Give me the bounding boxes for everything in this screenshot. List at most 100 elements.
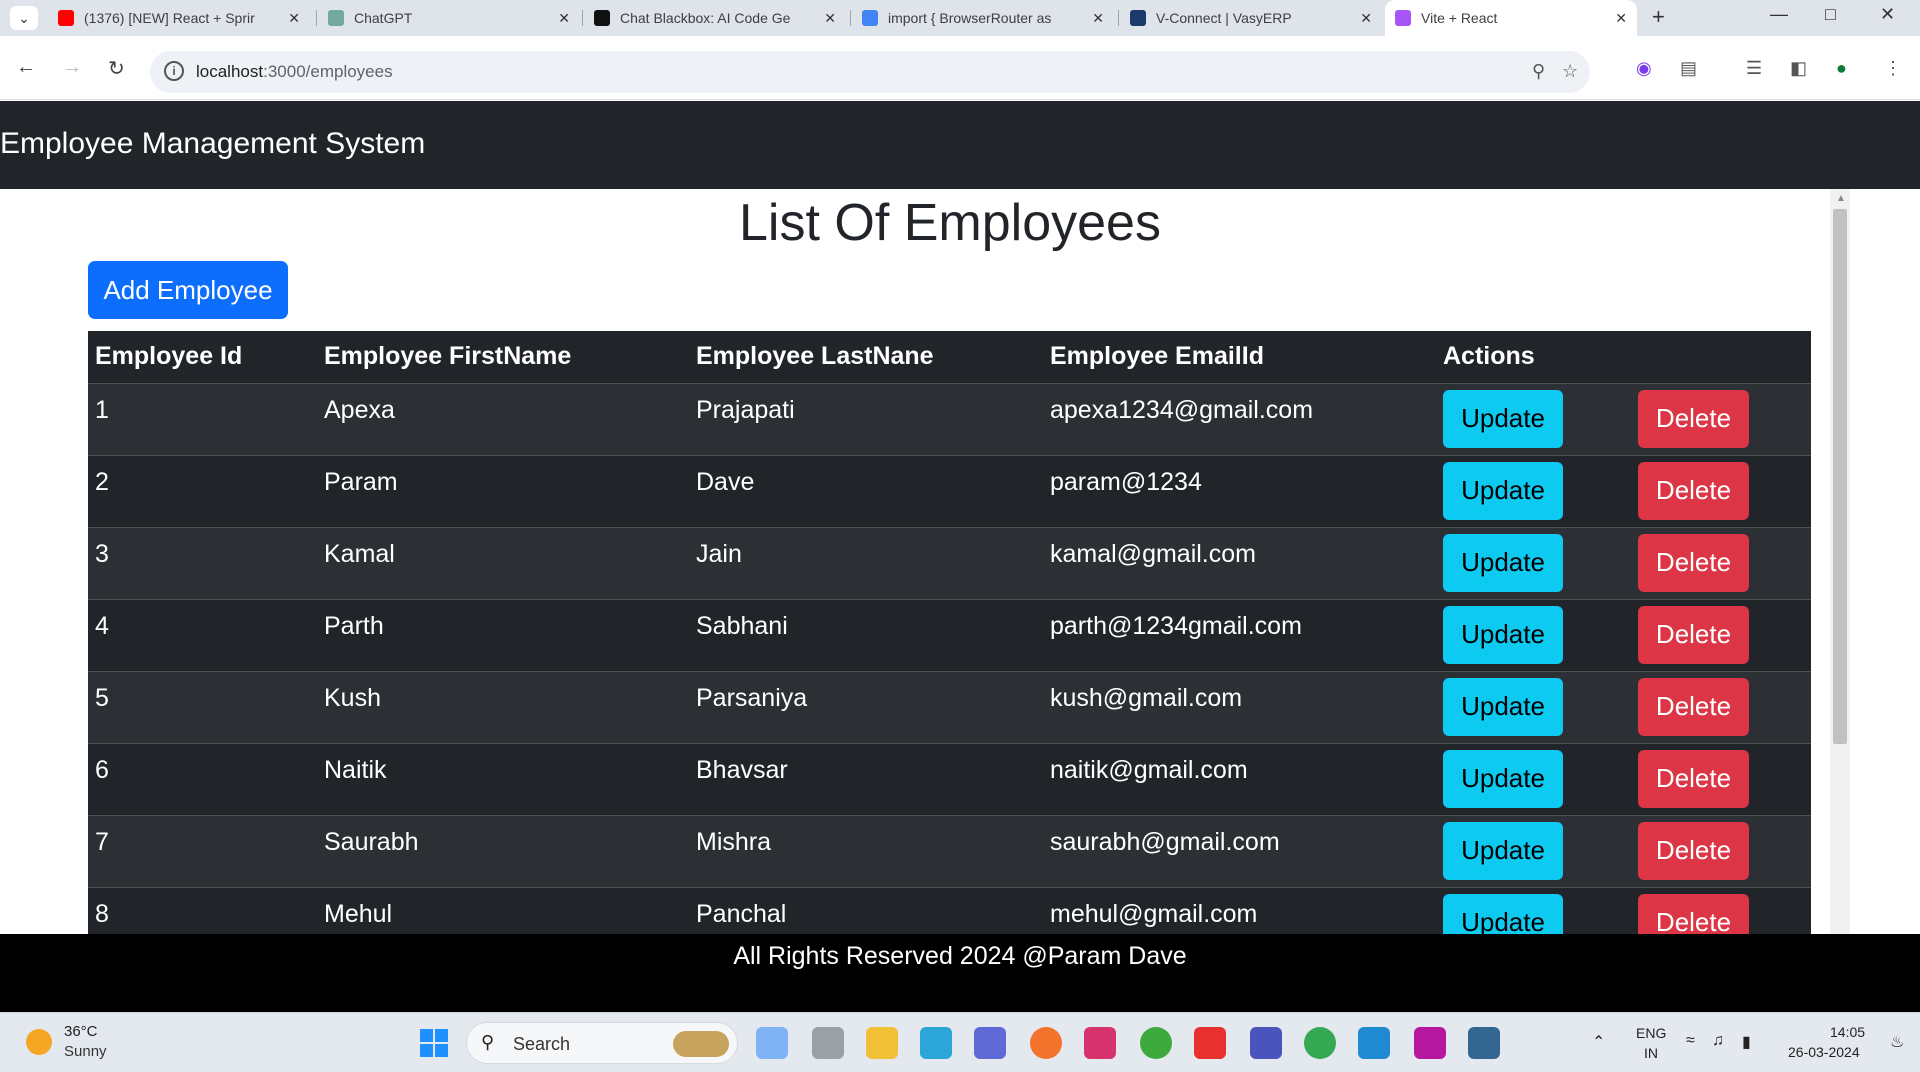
browser-tab[interactable]: (1376) [NEW] React + Sprir ✕: [48, 0, 310, 36]
profile-avatar[interactable]: ●: [1836, 58, 1847, 79]
browser-tab[interactable]: import { BrowserRouter as ✕: [852, 0, 1114, 36]
tab-favicon-icon: [1130, 10, 1146, 26]
browser-tab[interactable]: V-Connect | VasyERP ✕: [1120, 0, 1382, 36]
weather-temperature[interactable]: 36°C: [64, 1023, 98, 1040]
update-button[interactable]: Update: [1443, 533, 1563, 592]
cell-employee-id: 3: [88, 527, 317, 600]
url-text[interactable]: localhost:3000/employees: [196, 62, 393, 82]
zoom-icon[interactable]: ⚲: [1532, 61, 1545, 82]
update-button[interactable]: Update: [1443, 389, 1563, 448]
extension-icon[interactable]: ◉: [1636, 58, 1652, 79]
browser-tab[interactable]: Vite + React ✕: [1385, 0, 1637, 36]
column-header-lastname: Employee LastNane: [689, 331, 1043, 384]
table-row: 1 Apexa Prajapati apexa1234@gmail.com Update…: [88, 383, 1811, 456]
update-button[interactable]: Update: [1443, 749, 1563, 808]
forward-icon[interactable]: →: [62, 56, 82, 79]
postgres-app-icon[interactable]: [1468, 1027, 1500, 1059]
url-path: :3000/employees: [263, 62, 393, 81]
delete-button[interactable]: Delete: [1638, 461, 1749, 520]
volume-icon[interactable]: ♫: [1712, 1032, 1724, 1050]
more-menu-icon[interactable]: ⋮: [1884, 58, 1902, 79]
language-indicator[interactable]: ENG: [1636, 1025, 1666, 1041]
page-scrollbar[interactable]: ▲: [1830, 189, 1850, 934]
column-header-firstname: Employee FirstName: [317, 331, 689, 384]
windows-start-icon[interactable]: [420, 1029, 448, 1057]
new-tab-button[interactable]: +: [1652, 4, 1665, 30]
footer-text: All Rights Reserved 2024 @Param Dave: [733, 942, 1187, 970]
close-window-button[interactable]: ✕: [1880, 4, 1895, 25]
browser-tab[interactable]: Chat Blackbox: AI Code Ge ✕: [584, 0, 846, 36]
tab-close-icon[interactable]: ✕: [558, 10, 570, 27]
cell-last-name: Jain: [689, 527, 1043, 600]
teams-app-icon[interactable]: [1250, 1027, 1282, 1059]
app-brand[interactable]: Employee Management System: [0, 127, 425, 161]
chrome-app-icon[interactable]: [1304, 1027, 1336, 1059]
address-bar[interactable]: i localhost:3000/employees ⚲ ☆: [150, 51, 1590, 93]
tab-separator: [582, 10, 583, 26]
update-button[interactable]: Update: [1443, 821, 1563, 880]
cell-employee-id: 6: [88, 743, 317, 816]
update-button[interactable]: Update: [1443, 461, 1563, 520]
site-info-icon[interactable]: i: [164, 61, 184, 81]
file-explorer-icon[interactable]: [866, 1027, 898, 1059]
tray-chevron-up-icon[interactable]: ⌃: [1592, 1032, 1605, 1052]
clock-time[interactable]: 14:05: [1830, 1024, 1865, 1040]
battery-icon[interactable]: ▮: [1742, 1032, 1751, 1052]
maximize-button[interactable]: □: [1825, 4, 1836, 25]
taskbar-search[interactable]: ⚲ Search: [466, 1022, 738, 1064]
tab-search-button[interactable]: ⌄: [10, 6, 38, 30]
tab-close-icon[interactable]: ✕: [824, 10, 836, 27]
table-row: 3 Kamal Jain kamal@gmail.com Update Delete: [88, 527, 1811, 600]
delete-button[interactable]: Delete: [1638, 749, 1749, 808]
media-icon[interactable]: ☰: [1746, 58, 1762, 79]
browser-tab[interactable]: ChatGPT ✕: [318, 0, 580, 36]
tab-title: Vite + React: [1421, 10, 1498, 26]
task-view-icon[interactable]: [812, 1027, 844, 1059]
puzzle-icon[interactable]: ▤: [1680, 58, 1697, 79]
delete-button[interactable]: Delete: [1638, 821, 1749, 880]
wifi-icon[interactable]: ≈: [1686, 1032, 1695, 1050]
weather-condition[interactable]: Sunny: [64, 1043, 107, 1060]
delete-button[interactable]: Delete: [1638, 389, 1749, 448]
wps-app-icon[interactable]: [1194, 1027, 1226, 1059]
intellij-app-icon[interactable]: [1414, 1027, 1446, 1059]
url-host: localhost: [196, 62, 264, 81]
sidepanel-icon[interactable]: ◧: [1790, 58, 1807, 79]
back-icon[interactable]: ←: [16, 56, 36, 79]
tab-close-icon[interactable]: ✕: [288, 10, 300, 27]
tab-close-icon[interactable]: ✕: [1615, 10, 1627, 27]
edge-browser-icon[interactable]: [920, 1027, 952, 1059]
notification-bell-icon[interactable]: ♨: [1890, 1032, 1904, 1052]
column-header-email: Employee EmailId: [1043, 331, 1436, 384]
vscode-app-icon[interactable]: [1358, 1027, 1390, 1059]
update-button[interactable]: Update: [1443, 605, 1563, 664]
delete-button[interactable]: Delete: [1638, 533, 1749, 592]
bookmark-star-icon[interactable]: ☆: [1562, 61, 1578, 82]
table-header-row: Employee Id Employee FirstName Employee …: [88, 331, 1811, 384]
spring-app-icon[interactable]: [1140, 1027, 1172, 1059]
delete-button[interactable]: Delete: [1638, 677, 1749, 736]
language-region[interactable]: IN: [1644, 1045, 1658, 1061]
table-row: 4 Parth Sabhani parth@1234gmail.com Update De…: [88, 599, 1811, 672]
add-employee-button[interactable]: Add Employee: [88, 261, 288, 319]
postman-app-icon[interactable]: [1030, 1027, 1062, 1059]
update-button[interactable]: Update: [1443, 677, 1563, 736]
tab-close-icon[interactable]: ✕: [1360, 10, 1372, 27]
main-content: List Of Employees Add Employee Employee …: [0, 189, 1830, 934]
clock-date[interactable]: 26-03-2024: [1788, 1044, 1860, 1060]
update-button[interactable]: Update: [1443, 893, 1563, 934]
scrollbar-thumb[interactable]: [1833, 209, 1847, 744]
delete-button[interactable]: Delete: [1638, 893, 1749, 934]
sun-icon[interactable]: [26, 1029, 52, 1055]
minimize-button[interactable]: —: [1770, 4, 1788, 25]
scroll-up-arrow-icon[interactable]: ▲: [1836, 193, 1846, 204]
tab-close-icon[interactable]: ✕: [1092, 10, 1104, 27]
cell-delete-action: Delete: [1631, 599, 1811, 672]
cell-email: kamal@gmail.com: [1043, 527, 1436, 600]
copilot-app-icon[interactable]: [756, 1027, 788, 1059]
app-icon[interactable]: [1084, 1027, 1116, 1059]
store-app-icon[interactable]: [974, 1027, 1006, 1059]
reload-icon[interactable]: ↻: [108, 56, 125, 81]
tab-separator: [1118, 10, 1119, 26]
delete-button[interactable]: Delete: [1638, 605, 1749, 664]
